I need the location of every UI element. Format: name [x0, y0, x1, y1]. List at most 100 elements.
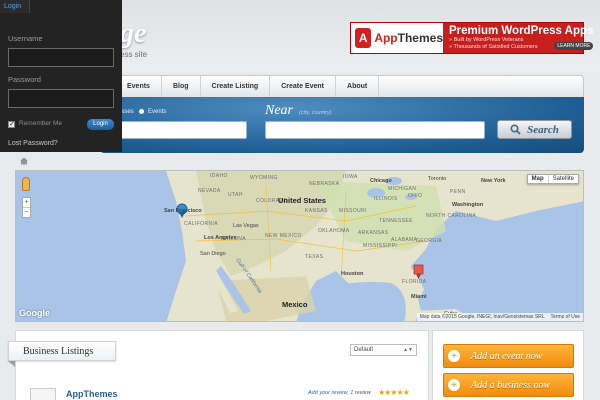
lost-password-link[interactable]: Lost Password?	[8, 140, 58, 147]
map-label: United States	[278, 196, 326, 205]
map-label: ARKANSAS	[358, 230, 389, 236]
plus-icon: +	[448, 379, 460, 391]
map-label: MICHIGAN	[388, 186, 417, 192]
map-label: ILLINOIS	[374, 196, 398, 202]
sort-select-value: Default	[354, 347, 374, 353]
pegman-icon[interactable]	[22, 177, 30, 191]
magnifier-icon	[510, 124, 521, 135]
map-label: GEORGIA	[416, 238, 443, 244]
map-label: IOWA	[343, 174, 358, 180]
search-type-options: esses Events	[118, 109, 166, 115]
plus-icon: +	[448, 350, 460, 362]
listing-title[interactable]: AppThemes	[66, 389, 118, 399]
username-label: Username	[8, 34, 43, 43]
map-label: Toronto	[428, 176, 447, 182]
review-count: 1 review	[350, 390, 371, 396]
near-label: Near	[265, 103, 293, 118]
rating-stars: ★★★★★	[378, 388, 410, 397]
map-label: San Diego	[200, 251, 226, 257]
map-label: NORTH CAROLINA	[426, 213, 477, 219]
business-listings-heading: Business Listings	[8, 341, 116, 361]
add-business-label: Add a business now	[471, 380, 551, 391]
map-label: IDAHO	[210, 173, 228, 179]
appthemes-logo-icon: A	[355, 28, 372, 48]
site-title[interactable]: ge	[120, 18, 146, 50]
google-logo[interactable]: Google	[19, 308, 50, 318]
search-button[interactable]: Search	[497, 120, 572, 139]
nav-item-create-listing[interactable]: Create Listing	[201, 76, 271, 97]
login-dropdown: Login Username Password ✓ Remember Me Lo…	[0, 0, 122, 152]
map-label: ALABAMA	[391, 237, 418, 243]
zoom-control: + −	[22, 197, 31, 218]
map-type-satellite-button[interactable]: Satellite	[549, 175, 578, 183]
map-label: OHIO	[408, 193, 423, 199]
ad-brand: AppThemes	[374, 31, 443, 45]
map-type-map-button[interactable]: Map	[528, 175, 549, 183]
add-business-button[interactable]: + Add a business now	[443, 373, 574, 397]
map-attribution-text: Map data ©2015 Google, INEGI, Inav/Geosi…	[419, 314, 545, 320]
map-terms-link[interactable]: Terms of Use	[551, 314, 580, 320]
ad-banner[interactable]: A AppThemes Premium WordPress Apps » Bui…	[350, 22, 594, 54]
add-event-label: Add an event now	[471, 351, 543, 362]
main-nav: Events Blog Create Listing Create Event …	[100, 75, 584, 97]
search-button-label: Search	[527, 123, 559, 136]
site-tagline: ess site	[120, 50, 148, 59]
map-label: New York	[481, 178, 506, 184]
map-label: NEVADA	[198, 188, 221, 194]
map-type-control: Map Satellite	[526, 174, 579, 184]
select-arrows-icon: ▲▼	[403, 347, 413, 353]
home-icon[interactable]	[20, 157, 28, 165]
map-label: WYOMING	[250, 175, 278, 181]
login-button[interactable]: Login	[87, 119, 114, 130]
password-input[interactable]	[8, 89, 114, 108]
sort-select[interactable]: Default ▲▼	[350, 344, 417, 356]
map-label: Chicago	[370, 178, 392, 184]
add-review-link[interactable]: Add your review	[308, 390, 347, 396]
what-search-input[interactable]	[118, 121, 247, 139]
ad-copy: Premium WordPress Apps » Built by WordPr…	[443, 23, 599, 53]
map-label: Miami	[411, 294, 427, 300]
nav-item-blog[interactable]: Blog	[162, 76, 201, 97]
password-label: Password	[8, 75, 41, 84]
near-search-input[interactable]	[265, 121, 485, 139]
map-label: Los Angeles	[204, 235, 237, 241]
map-label: CALIFORNIA	[184, 221, 219, 227]
map-label: San Francisco	[164, 208, 202, 214]
map-label: Houston	[341, 271, 364, 277]
add-event-button[interactable]: + Add an event now	[443, 344, 574, 368]
ad-brand-suffix: Themes	[397, 31, 443, 45]
map-label: UTAH	[228, 192, 243, 198]
remember-me-label: Remember Me	[19, 120, 62, 127]
map-label: Washington	[452, 202, 484, 208]
listing-review: Add your review, 1 review	[308, 390, 371, 396]
map-label: OKLAHOMA	[318, 228, 350, 234]
login-tab[interactable]: Login	[0, 0, 30, 13]
map-label: FLORIDA	[402, 279, 427, 285]
ad-headline: Premium WordPress Apps	[449, 25, 594, 37]
map-label: MISSOURI	[339, 208, 367, 214]
ribbon-fold	[8, 361, 15, 367]
map-label: NEBRASKA	[309, 181, 340, 187]
ad-brand-prefix: App	[374, 31, 398, 45]
events-radio-label[interactable]: Events	[148, 109, 166, 115]
listing-thumbnail[interactable]	[30, 388, 56, 400]
map-label: PENN	[450, 189, 466, 195]
nav-item-create-event[interactable]: Create Event	[270, 76, 337, 97]
map-label: NEW MEXICO	[265, 233, 302, 239]
map-label: MISSISSIPPI	[363, 243, 398, 249]
near-hint: (city, country)	[299, 110, 332, 116]
map-label: KANSAS	[305, 208, 328, 214]
events-radio[interactable]	[139, 109, 145, 114]
ad-learn-more-button[interactable]: LEARN MORE	[554, 42, 594, 50]
remember-me-checkbox[interactable]: ✓	[8, 121, 15, 128]
nav-item-about[interactable]: About	[336, 76, 380, 97]
zoom-out-button[interactable]: −	[23, 208, 30, 217]
map-label: TEXAS	[305, 254, 324, 260]
zoom-in-button[interactable]: +	[23, 198, 30, 208]
map-attribution: Map data ©2015 Google, INEGI, Inav/Geosi…	[416, 313, 583, 321]
ad-logo: A AppThemes	[351, 23, 443, 53]
username-input[interactable]	[8, 48, 114, 67]
map-label: Las Vegas	[233, 223, 259, 229]
listings-map[interactable]: + − Map Satellite IDAHO WYOMING NEBRASKA…	[15, 170, 584, 322]
map-label: TENNESSEE	[379, 218, 413, 224]
